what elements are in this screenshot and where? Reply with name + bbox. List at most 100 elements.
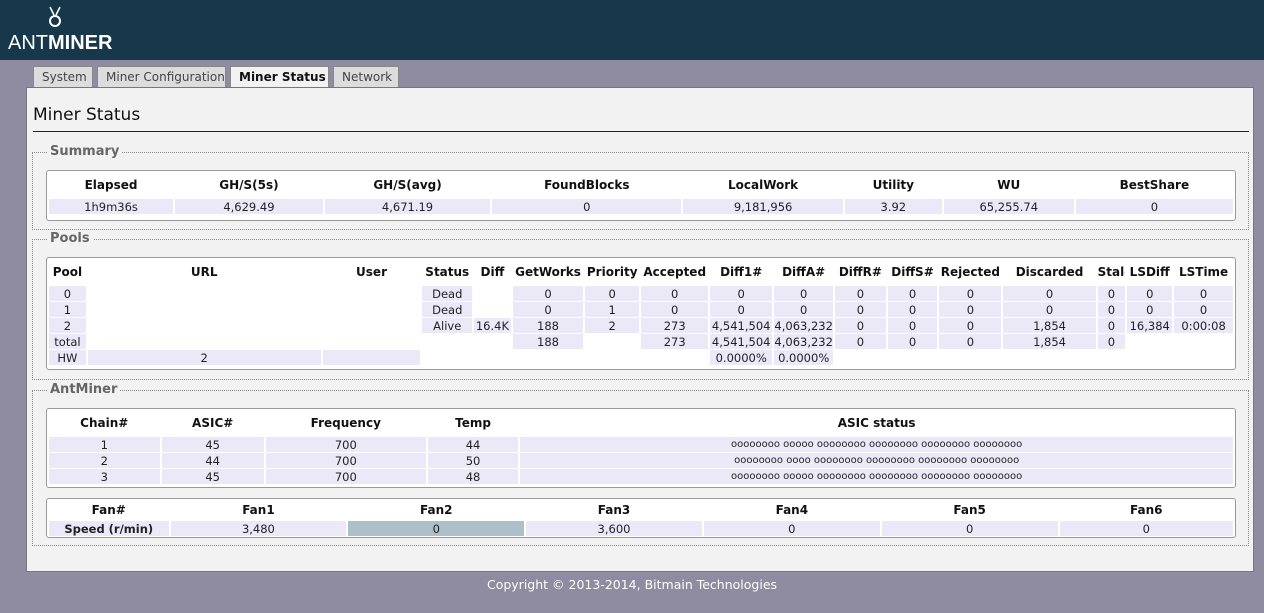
pools-cell: [585, 334, 640, 349]
fans-header: Fan#: [91, 503, 126, 517]
pools-cell: 2: [49, 318, 86, 333]
pools-cell: [1127, 334, 1173, 349]
chain-cell: 45: [161, 469, 264, 484]
fans-header: Fan6: [1130, 503, 1163, 517]
pools-cell: 16,384: [1127, 318, 1173, 333]
chains-header: ASIC status: [837, 416, 916, 430]
pools-cell: [1127, 350, 1173, 365]
pools-cell: 0: [1174, 286, 1233, 301]
summary-group: Summary Elapsed GH/S(5s) GH/S(avg) Found…: [32, 144, 1249, 230]
antminer-legend: AntMiner: [47, 382, 121, 397]
summary-header: LocalWork: [728, 178, 799, 192]
pools-header: User: [356, 265, 387, 279]
summary-header-row: Elapsed GH/S(5s) GH/S(avg) FoundBlocks L…: [49, 172, 1233, 198]
pools-header: Discarded: [1015, 265, 1084, 279]
pools-cell: 0: [641, 302, 709, 317]
pools-cell: 0: [585, 286, 640, 301]
pool-user-redacted: [322, 286, 421, 301]
chain-row: 2 44 700 50 oooooooo oooo oooooooo oooooooo …: [49, 453, 1233, 468]
pools-cell: Dead: [422, 302, 473, 317]
pools-row: 2 Alive 16.4K 188 2 273 4,541,504 4,063,232 0 0 0 1…: [49, 318, 1233, 333]
pools-cell: 0: [939, 334, 1002, 349]
fans-table: Fan# Fan1 Fan2 Fan3 Fan4 Fan5 Fan6 Speed…: [47, 499, 1235, 537]
pools-cell: [835, 350, 886, 365]
chain-cell: 44: [161, 453, 264, 468]
pools-cell: 4,541,504: [710, 334, 773, 349]
pools-cell: [641, 350, 709, 365]
pools-cell: [474, 334, 511, 349]
pools-body: 0 Dead 0 0 0 0 0 0 0 0 0 0 0 0 1 Dead 0 1 0 0 0 0 0 0 0 0 0 0 2 Alive…: [49, 286, 1233, 349]
summary-header: FoundBlocks: [544, 178, 630, 192]
asic-status-cell: oooooooo oooo oooooooo oooooooo oooooooo…: [520, 453, 1233, 468]
pools-cell: 0: [835, 302, 886, 317]
pools-cell: 4,063,232: [774, 334, 834, 349]
chains-header: Frequency: [310, 416, 381, 430]
pool-url-redacted: [87, 318, 321, 333]
summary-header: WU: [997, 178, 1021, 192]
pools-header-row: Pool URL User Status Diff GetWorks Prior…: [49, 259, 1233, 285]
pools-cell: [474, 286, 511, 301]
content-panel: Miner Status Summary Elapsed GH/S(5s) GH…: [26, 87, 1254, 572]
pools-cell: [422, 350, 473, 365]
pools-header: Stale: [1097, 265, 1126, 279]
hw-diff1-percent: 0.0000%: [710, 350, 773, 365]
chain-cell: 3: [49, 469, 160, 484]
pools-group: Pools Pool URL User Status Diff GetWorks…: [32, 231, 1249, 380]
pools-cell: 1: [49, 302, 86, 317]
pools-row: 1 Dead 0 1 0 0 0 0 0 0 0 0 0 0: [49, 302, 1233, 317]
pools-cell: 1,854: [1003, 334, 1096, 349]
summary-cell: 65,255.74: [943, 199, 1074, 214]
pools-header: Rejected: [940, 265, 1000, 279]
summary-cell: 4,629.49: [175, 199, 323, 214]
brand-prefix: ANT: [8, 32, 48, 54]
pools-header: GetWorks: [515, 265, 581, 279]
chain-cell: 1: [49, 437, 160, 452]
chains-body: 1 45 700 44 oooooooo ooooo oooooooo oooooooo…: [49, 437, 1233, 484]
fans-speed-row: Speed (r/min) 3,480 0 3,600 0 0 0: [49, 521, 1233, 536]
pool-url-redacted: [87, 302, 321, 317]
summary-cell: 0: [1075, 199, 1233, 214]
tab-network[interactable]: Network: [333, 66, 399, 88]
pools-table: Pool URL User Status Diff GetWorks Prior…: [47, 258, 1235, 366]
pools-cell: [1174, 350, 1233, 365]
footer-copyright: Copyright © 2013-2014, Bitmain Technolog…: [486, 577, 778, 592]
pools-cell: [512, 350, 584, 365]
summary-header: BestShare: [1119, 178, 1190, 192]
fan5-speed: 0: [881, 521, 1058, 536]
pools-cell: 0: [939, 302, 1002, 317]
asic-status-cell: oooooooo ooooo oooooooo oooooooo ooooooo…: [520, 437, 1233, 452]
fan3-speed: 3,600: [526, 521, 702, 536]
pools-header: DiffA#: [782, 265, 826, 279]
tab-miner-configuration[interactable]: Miner Configuration: [97, 66, 226, 88]
summary-header: GH/S(5s): [219, 178, 279, 192]
pools-cell: 273: [641, 318, 709, 333]
pools-cell: 0: [887, 302, 938, 317]
fans-header: Fan5: [953, 503, 986, 517]
pools-cell: 273: [641, 334, 709, 349]
pools-table-box: Pool URL User Status Diff GetWorks Prior…: [46, 257, 1236, 370]
pools-cell: 0: [710, 302, 773, 317]
asic-status-cell: oooooooo ooooo oooooooo oooooooo ooooooo…: [520, 469, 1233, 484]
top-header: ANTMINER: [0, 0, 1264, 60]
pools-cell: [585, 350, 640, 365]
antminer-logo[interactable]: ANTMINER: [8, 4, 112, 56]
tab-system[interactable]: System: [33, 66, 93, 88]
ant-logo-icon: [49, 6, 61, 27]
pools-cell: [322, 350, 421, 365]
chain-row: 1 45 700 44 oooooooo ooooo oooooooo oooooooo…: [49, 437, 1233, 452]
pools-cell: Dead: [422, 286, 473, 301]
pools-cell: Alive: [422, 318, 473, 333]
pools-cell: 188: [512, 334, 584, 349]
summary-table: Elapsed GH/S(5s) GH/S(avg) FoundBlocks L…: [47, 171, 1235, 215]
pools-cell: [1003, 350, 1096, 365]
pools-cell: [474, 302, 511, 317]
chain-cell: 48: [427, 469, 519, 484]
pools-cell: 0: [774, 286, 834, 301]
pools-cell: 0: [939, 318, 1002, 333]
chain-cell: 45: [161, 437, 264, 452]
pools-cell: 1: [585, 302, 640, 317]
pools-header: Accepted: [643, 265, 707, 279]
pools-cell: [1097, 350, 1126, 365]
tab-miner-status[interactable]: Miner Status: [230, 66, 329, 89]
pools-cell: 4,541,504: [710, 318, 773, 333]
